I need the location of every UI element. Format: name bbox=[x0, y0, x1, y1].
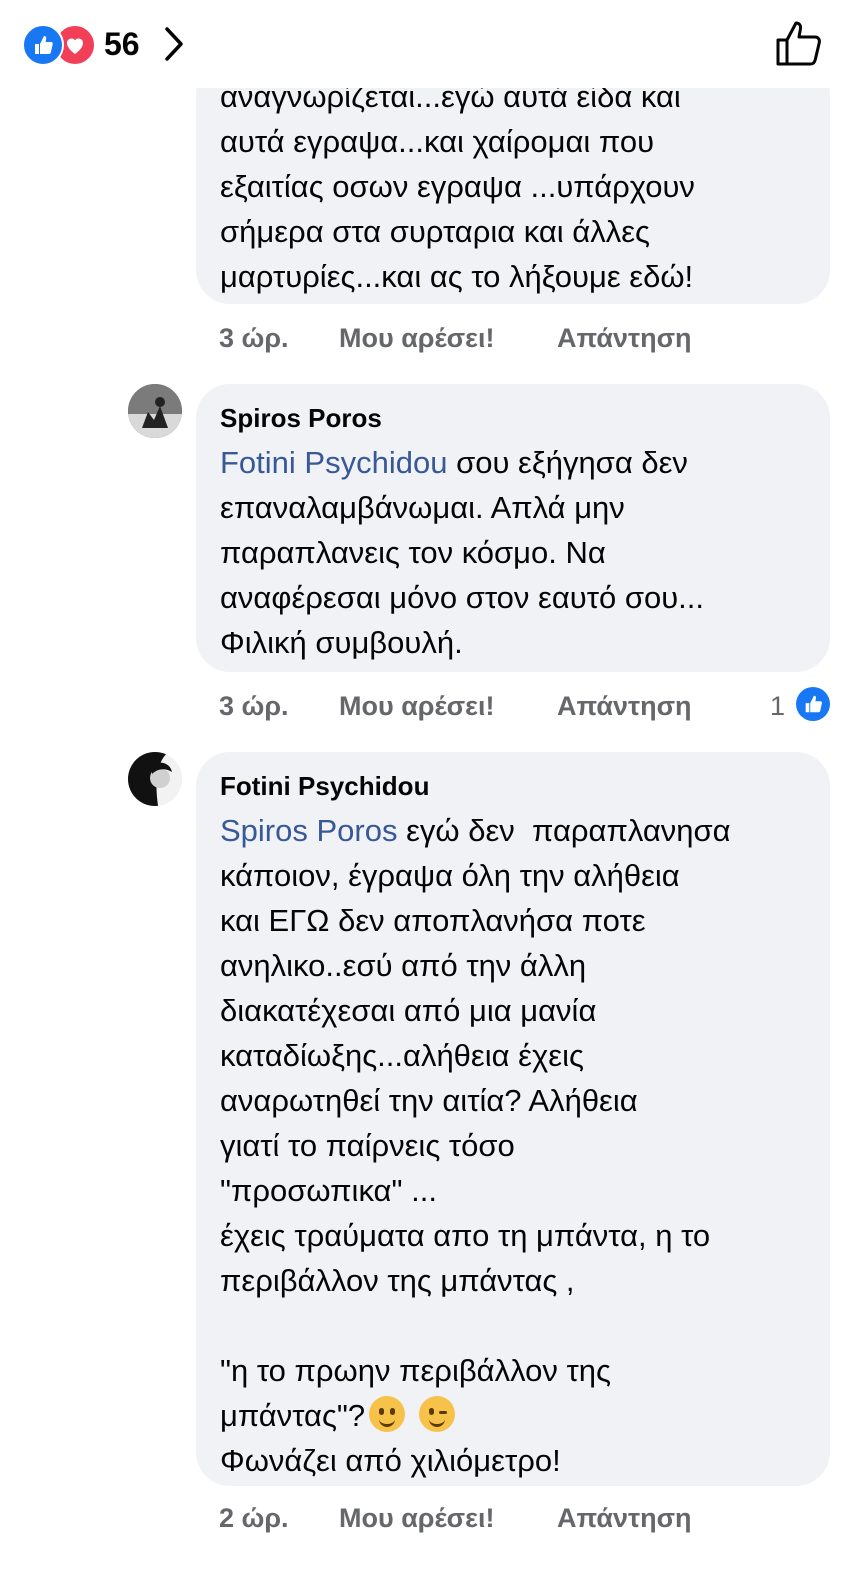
comment-text-line: επαναλαμβάνωμαι. Απλά μην bbox=[220, 490, 625, 525]
comment-text-line: περιβάλλον της μπάντας , bbox=[220, 1263, 575, 1298]
thumbs-up-outline-icon[interactable] bbox=[772, 18, 826, 68]
comment-text-line: αναρωτηθεί την αιτία? Αλήθεια bbox=[220, 1083, 638, 1118]
comment-text-line: αυτά εγραψα...και χαίρομαι που bbox=[220, 124, 655, 159]
comment-bubble: Spiros Poros Fotini Psychidou σου εξήγησ… bbox=[196, 384, 830, 672]
reactions-header: 56 bbox=[0, 0, 860, 88]
comment-text-line: σήμερα στα συρταρια και άλλες bbox=[220, 214, 650, 249]
reply-button[interactable]: Απάντηση bbox=[557, 688, 692, 724]
comment-actions: 2 ώρ. Μου αρέσει! Απάντηση bbox=[0, 1500, 860, 1540]
comment-time[interactable]: 3 ώρ. bbox=[219, 320, 289, 356]
chevron-right-icon[interactable] bbox=[160, 24, 188, 64]
face-with-steam-emoji-icon bbox=[369, 1396, 406, 1432]
comment-text-line: καταδίωξης...αλήθεια έχεις bbox=[220, 1038, 584, 1073]
avatar[interactable] bbox=[128, 384, 182, 438]
comment-text-line: "προσωπικα" ... bbox=[220, 1173, 437, 1208]
comment-text-line: διακατέχεσαι από μια μανία bbox=[220, 993, 597, 1028]
comment-bubble: Fotini Psychidou Spiros Poros εγώ δεν πα… bbox=[196, 752, 830, 1486]
comment-text-line: παραπλανεις τον κόσμο. Να bbox=[220, 535, 606, 570]
comment-text-line: "η το πρωην περιβάλλον της bbox=[220, 1353, 611, 1388]
mention-link[interactable]: Fotini Psychidou bbox=[220, 445, 447, 480]
comment-text-line: Φιλική συμβουλή. bbox=[220, 625, 463, 660]
comment-text-line: μαρτυρίες...και ας το λήξουμε εδώ! bbox=[220, 259, 694, 294]
like-reaction-icon bbox=[22, 24, 64, 66]
like-reaction-icon bbox=[796, 687, 830, 721]
comment-author[interactable]: Fotini Psychidou bbox=[220, 768, 429, 804]
comment-like-count[interactable]: 1 bbox=[770, 688, 785, 724]
comment-text: μπάντας"? bbox=[220, 1398, 366, 1433]
comment-bubble: αναγνωρίζεται...εγώ αυτά είδα και αυτά ε… bbox=[196, 60, 830, 304]
comment-author[interactable]: Spiros Poros bbox=[220, 400, 382, 436]
avatar[interactable] bbox=[128, 752, 182, 806]
comment-actions: 3 ώρ. Μου αρέσει! Απάντηση bbox=[0, 688, 860, 728]
like-comment-button[interactable]: Μου αρέσει! bbox=[339, 320, 494, 356]
comment-text-line bbox=[220, 1303, 826, 1348]
like-comment-button[interactable]: Μου αρέσει! bbox=[339, 688, 494, 724]
comment-text-line: και ΕΓΩ δεν αποπλανήσα ποτε bbox=[220, 903, 646, 938]
comment-time[interactable]: 2 ώρ. bbox=[219, 1500, 289, 1536]
comment-text-line: κάποιον, έγραψα όλη την αλήθεια bbox=[220, 858, 680, 893]
comment-actions: 3 ώρ. Μου αρέσει! Απάντηση bbox=[0, 320, 860, 360]
comment-text-line: γιατί το παίρνεις τόσο bbox=[220, 1128, 515, 1163]
comment-text-line: εξαιτίας οσων εγραψα ...υπάρχουν bbox=[220, 169, 695, 204]
comment-text-line: έχεις τραύματα απο τη μπάντα, η το bbox=[220, 1218, 711, 1253]
reply-button[interactable]: Απάντηση bbox=[557, 1500, 692, 1536]
comment-text: εγώ δεν παραπλανησα bbox=[397, 813, 731, 848]
like-comment-button[interactable]: Μου αρέσει! bbox=[339, 1500, 494, 1536]
comment-text: σου εξήγησα δεν bbox=[447, 445, 688, 480]
comment-time[interactable]: 3 ώρ. bbox=[219, 688, 289, 724]
comment-text-line: Φωνάζει από χιλιόμετρο! bbox=[220, 1443, 561, 1478]
reply-button[interactable]: Απάντηση bbox=[557, 320, 692, 356]
reaction-count[interactable]: 56 bbox=[104, 22, 140, 66]
comment-text-line: αναφέρεσαι μόνο στον εαυτό σου... bbox=[220, 580, 704, 615]
mention-link[interactable]: Spiros Poros bbox=[220, 813, 397, 848]
comment-text-line: ανηλικο..εσύ από την άλλη bbox=[220, 948, 587, 983]
winking-face-emoji-icon bbox=[419, 1396, 456, 1432]
